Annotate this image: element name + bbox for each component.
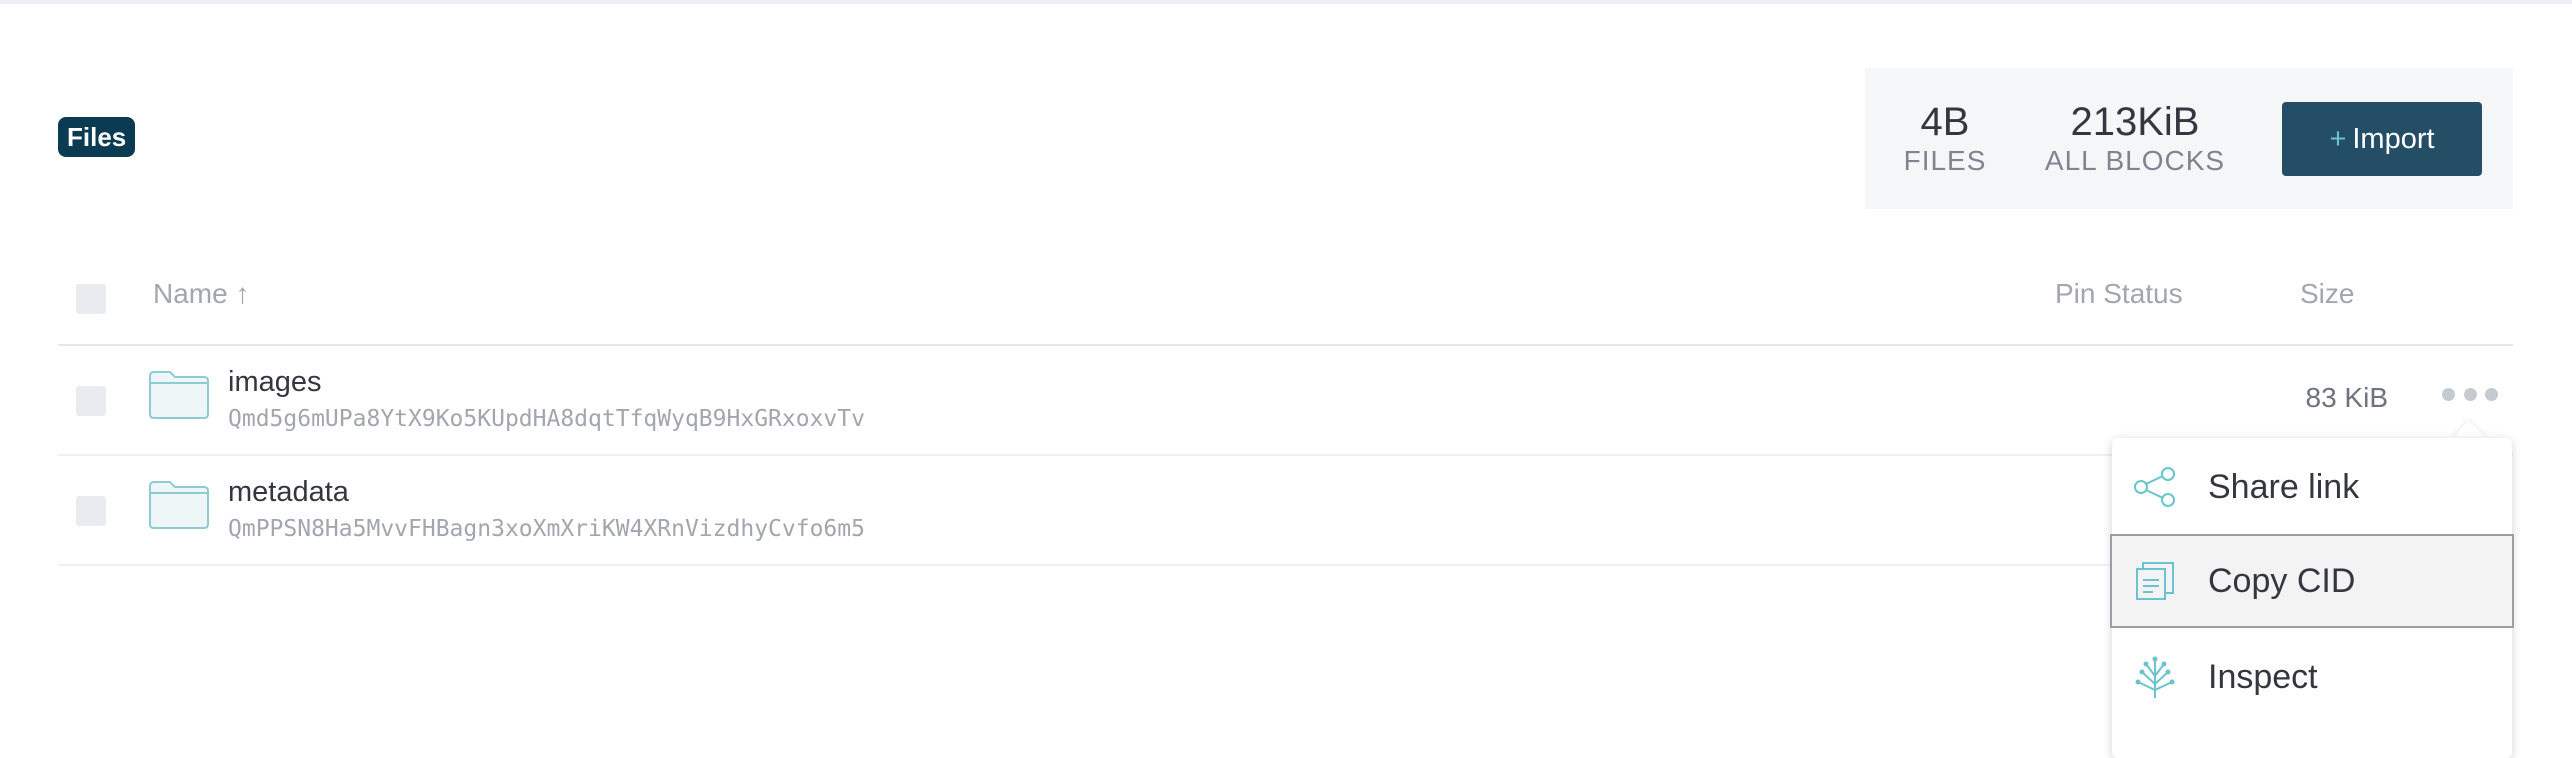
import-button[interactable]: + Import [2282, 102, 2482, 176]
menu-item-label: Inspect [2208, 657, 2318, 696]
files-badge: Files [58, 117, 136, 157]
blocks-size: 213KiB [2070, 100, 2200, 144]
menu-item-label: Copy CID [2208, 561, 2356, 600]
inspect-tree-icon [2135, 656, 2175, 698]
dot [2485, 388, 2498, 401]
row-checkbox[interactable] [76, 386, 106, 416]
pin-status-column-header[interactable]: Pin Status [2055, 278, 2183, 310]
context-menu: Share link Copy CID Inspect [2110, 438, 2514, 758]
row-cid: QmPPSN8Ha5MvvFHBagn3xoXmXriKW4XRnVizdhyC… [228, 516, 865, 542]
size-column-header[interactable]: Size [2300, 278, 2354, 310]
stats-panel: 4B FILES 213KiB ALL BLOCKS + Import [1865, 68, 2513, 209]
menu-item-copy-cid[interactable]: Copy CID [2110, 534, 2514, 628]
copy-icon [2136, 562, 2174, 600]
row-checkbox[interactable] [76, 496, 106, 526]
folder-icon [149, 481, 209, 529]
blocks-stat: 213KiB ALL BLOCKS [2035, 100, 2235, 178]
blocks-label: ALL BLOCKS [2044, 145, 2226, 176]
more-options-icon[interactable] [2442, 388, 2498, 402]
files-count: 4B [1920, 100, 1970, 144]
menu-item-label: Share link [2208, 467, 2360, 506]
table-header: Name ↑ Pin Status Size [58, 262, 2513, 346]
folder-icon [149, 371, 209, 419]
menu-item-inspect[interactable]: Inspect [2112, 630, 2512, 724]
dot [2442, 388, 2455, 401]
row-name[interactable]: images [228, 366, 322, 399]
share-icon [2134, 467, 2175, 507]
plus-icon: + [2329, 122, 2347, 155]
select-all-checkbox[interactable] [76, 284, 106, 314]
row-cid: Qmd5g6mUPa8YtX9Ko5KUpdHA8dqtTfqWyqB9HxGR… [228, 406, 865, 432]
menu-item-share-link[interactable]: Share link [2112, 440, 2512, 534]
files-stat: 4B FILES [1895, 100, 1995, 178]
name-column-header[interactable]: Name ↑ [153, 278, 249, 310]
files-label: FILES [1903, 145, 1987, 176]
row-name[interactable]: metadata [228, 476, 349, 509]
import-label: Import [2352, 122, 2435, 155]
dot [2463, 388, 2477, 401]
row-size: 83 KiB [2305, 382, 2389, 413]
top-divider [0, 0, 2572, 4]
